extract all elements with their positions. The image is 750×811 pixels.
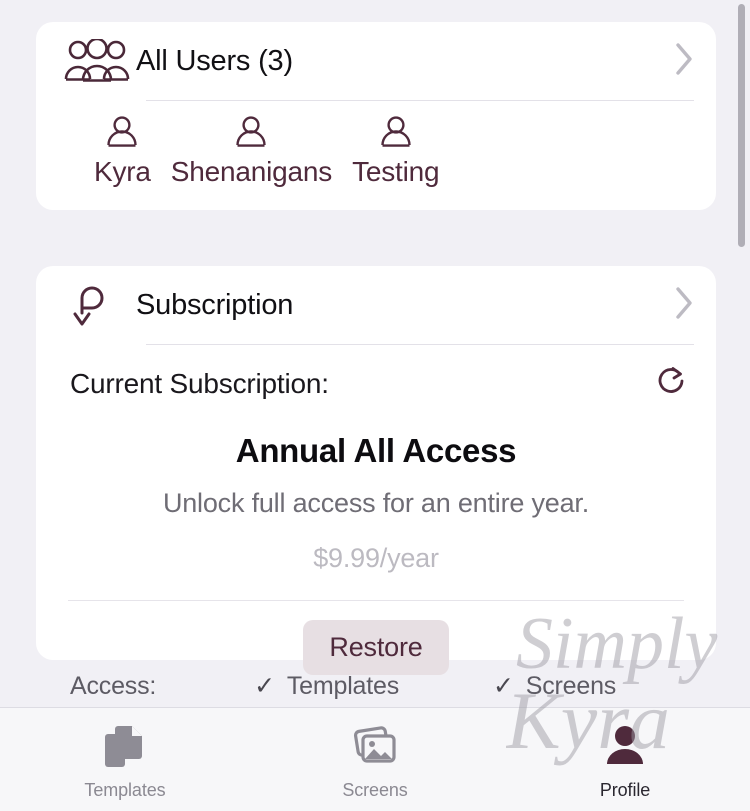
current-subscription-label: Current Subscription: xyxy=(70,368,654,400)
user-name: Shenanigans xyxy=(171,156,332,188)
person-icon xyxy=(379,115,413,154)
access-item-label: Screens xyxy=(526,672,616,701)
current-subscription-row: Current Subscription: xyxy=(36,345,716,404)
tab-label: Profile xyxy=(600,780,650,801)
refresh-icon[interactable] xyxy=(654,363,690,404)
access-item-templates: ✓ Templates xyxy=(254,671,399,701)
plan-name: Annual All Access xyxy=(36,432,716,470)
profile-screen: All Users (3) xyxy=(0,0,750,811)
person-filled-icon xyxy=(602,722,648,775)
bottom-tab-bar: Templates Screens Profile xyxy=(0,707,750,811)
scrollable-content[interactable]: All Users (3) xyxy=(0,0,750,707)
plan-price: $9.99/year xyxy=(36,543,716,574)
access-row: Access: ✓ Templates ✓ Screens xyxy=(0,665,750,707)
tab-profile[interactable]: Profile xyxy=(500,708,750,811)
documents-icon xyxy=(102,722,148,775)
check-icon: ✓ xyxy=(493,671,514,701)
all-users-card: All Users (3) xyxy=(36,22,716,210)
access-item-screens: ✓ Screens xyxy=(493,671,616,701)
all-users-title: All Users (3) xyxy=(136,45,674,78)
subscription-loop-icon xyxy=(64,280,136,330)
subscription-card: Subscription Current Subscription: xyxy=(36,266,716,660)
person-icon xyxy=(234,115,268,154)
access-item-label: Templates xyxy=(287,672,399,701)
users-group-icon xyxy=(64,39,136,83)
user-name: Kyra xyxy=(94,156,151,188)
access-label: Access: xyxy=(70,672,156,701)
tab-label: Templates xyxy=(84,780,165,801)
list-item[interactable]: Shenanigans xyxy=(161,115,342,188)
all-users-header-row[interactable]: All Users (3) xyxy=(36,22,716,100)
scrollbar[interactable] xyxy=(738,4,745,694)
tab-templates[interactable]: Templates xyxy=(0,708,250,811)
subscription-body: Current Subscription: Annual All Access … xyxy=(36,345,716,675)
chevron-right-icon[interactable] xyxy=(674,42,694,81)
chevron-right-icon[interactable] xyxy=(674,286,694,325)
subscription-header-row[interactable]: Subscription xyxy=(36,266,716,344)
subscription-title: Subscription xyxy=(136,289,674,322)
card-divider xyxy=(68,600,684,601)
user-name: Testing xyxy=(352,156,439,188)
photos-icon xyxy=(350,722,400,775)
list-item[interactable]: Testing xyxy=(342,115,449,188)
tab-screens[interactable]: Screens xyxy=(250,708,500,811)
list-item[interactable]: Kyra xyxy=(84,115,161,188)
person-icon xyxy=(105,115,139,154)
tab-label: Screens xyxy=(342,780,407,801)
plan-description: Unlock full access for an entire year. xyxy=(36,488,716,519)
check-icon: ✓ xyxy=(254,671,275,701)
users-list: Kyra Shenanigans xyxy=(36,101,716,188)
scrollbar-thumb[interactable] xyxy=(738,4,745,247)
